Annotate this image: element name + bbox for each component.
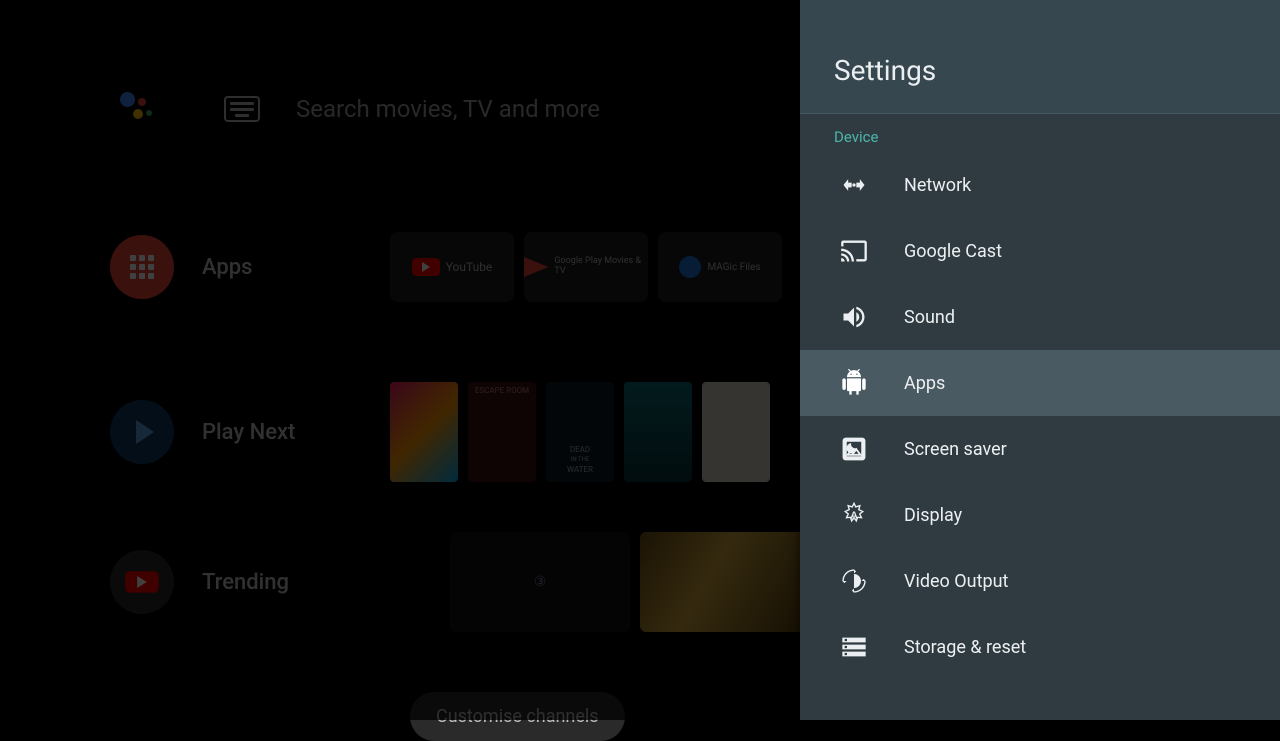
screensaver-icon bbox=[834, 429, 874, 469]
play-next-row-icon[interactable] bbox=[110, 400, 174, 464]
settings-panel: Settings Device Network Google Cast Soun… bbox=[800, 0, 1280, 720]
app-tile-youtube[interactable]: YouTube bbox=[390, 232, 514, 302]
magic-files-icon bbox=[679, 256, 701, 278]
trending-row-label: Trending bbox=[202, 570, 362, 595]
settings-list: Network Google Cast Sound Apps Screen sa bbox=[800, 152, 1280, 720]
settings-item-sound[interactable]: Sound bbox=[800, 284, 1280, 350]
settings-header: Settings bbox=[800, 0, 1280, 114]
settings-item-label: Storage & reset bbox=[904, 637, 1026, 658]
keyboard-icon[interactable] bbox=[224, 96, 260, 122]
settings-item-apps[interactable]: Apps bbox=[800, 350, 1280, 416]
poster[interactable] bbox=[390, 382, 458, 482]
network-icon bbox=[834, 165, 874, 205]
settings-item-screen-saver[interactable]: Screen saver bbox=[800, 416, 1280, 482]
youtube-icon bbox=[412, 258, 440, 276]
settings-title: Settings bbox=[834, 54, 1280, 87]
app-tile-label: MAGic Files bbox=[707, 262, 760, 273]
search-row: Search movies, TV and more bbox=[120, 90, 600, 128]
trending-thumb[interactable]: ③ bbox=[450, 532, 630, 632]
search-placeholder[interactable]: Search movies, TV and more bbox=[296, 95, 600, 123]
cast-icon bbox=[834, 231, 874, 271]
app-tile-label: YouTube bbox=[446, 260, 493, 274]
apps-row-icon[interactable] bbox=[110, 235, 174, 299]
trending-thumb[interactable] bbox=[640, 532, 820, 632]
android-icon bbox=[834, 363, 874, 403]
app-tile-magic-files[interactable]: MAGic Files bbox=[658, 232, 782, 302]
assistant-logo-icon bbox=[120, 90, 158, 128]
settings-item-google-cast[interactable]: Google Cast bbox=[800, 218, 1280, 284]
poster[interactable]: ESCAPE ROOM bbox=[468, 382, 536, 482]
youtube-icon bbox=[125, 571, 159, 593]
svg-text:A: A bbox=[850, 510, 858, 522]
poster[interactable] bbox=[702, 382, 770, 482]
play-movies-icon bbox=[524, 257, 548, 277]
settings-section-label: Device bbox=[800, 114, 1280, 152]
trending-row-icon[interactable] bbox=[110, 550, 174, 614]
settings-item-label: Google Cast bbox=[904, 241, 1002, 262]
settings-item-network[interactable]: Network bbox=[800, 152, 1280, 218]
settings-item-label: Sound bbox=[904, 307, 955, 328]
storage-icon bbox=[834, 627, 874, 667]
display-icon: A bbox=[834, 495, 874, 535]
settings-item-label: Display bbox=[904, 505, 962, 526]
apps-row-label: Apps bbox=[202, 255, 362, 280]
customise-channels-button[interactable]: Customise channels bbox=[410, 692, 625, 741]
video-output-icon bbox=[834, 561, 874, 601]
settings-item-video-output[interactable]: Video Output bbox=[800, 548, 1280, 614]
sound-icon bbox=[834, 297, 874, 337]
settings-item-label: Screen saver bbox=[904, 439, 1007, 460]
poster[interactable]: DEADIN THEWATER bbox=[546, 382, 614, 482]
poster[interactable] bbox=[624, 382, 692, 482]
settings-item-label: Network bbox=[904, 175, 971, 196]
settings-item-label: Video Output bbox=[904, 571, 1008, 592]
settings-item-label: Apps bbox=[904, 373, 945, 394]
play-next-row-label: Play Next bbox=[202, 420, 362, 445]
app-tile-label: Google Play Movies & TV bbox=[554, 257, 648, 277]
settings-item-storage-reset[interactable]: Storage & reset bbox=[800, 614, 1280, 680]
settings-item-display[interactable]: A Display bbox=[800, 482, 1280, 548]
app-tile-play-movies[interactable]: Google Play Movies & TV bbox=[524, 232, 648, 302]
